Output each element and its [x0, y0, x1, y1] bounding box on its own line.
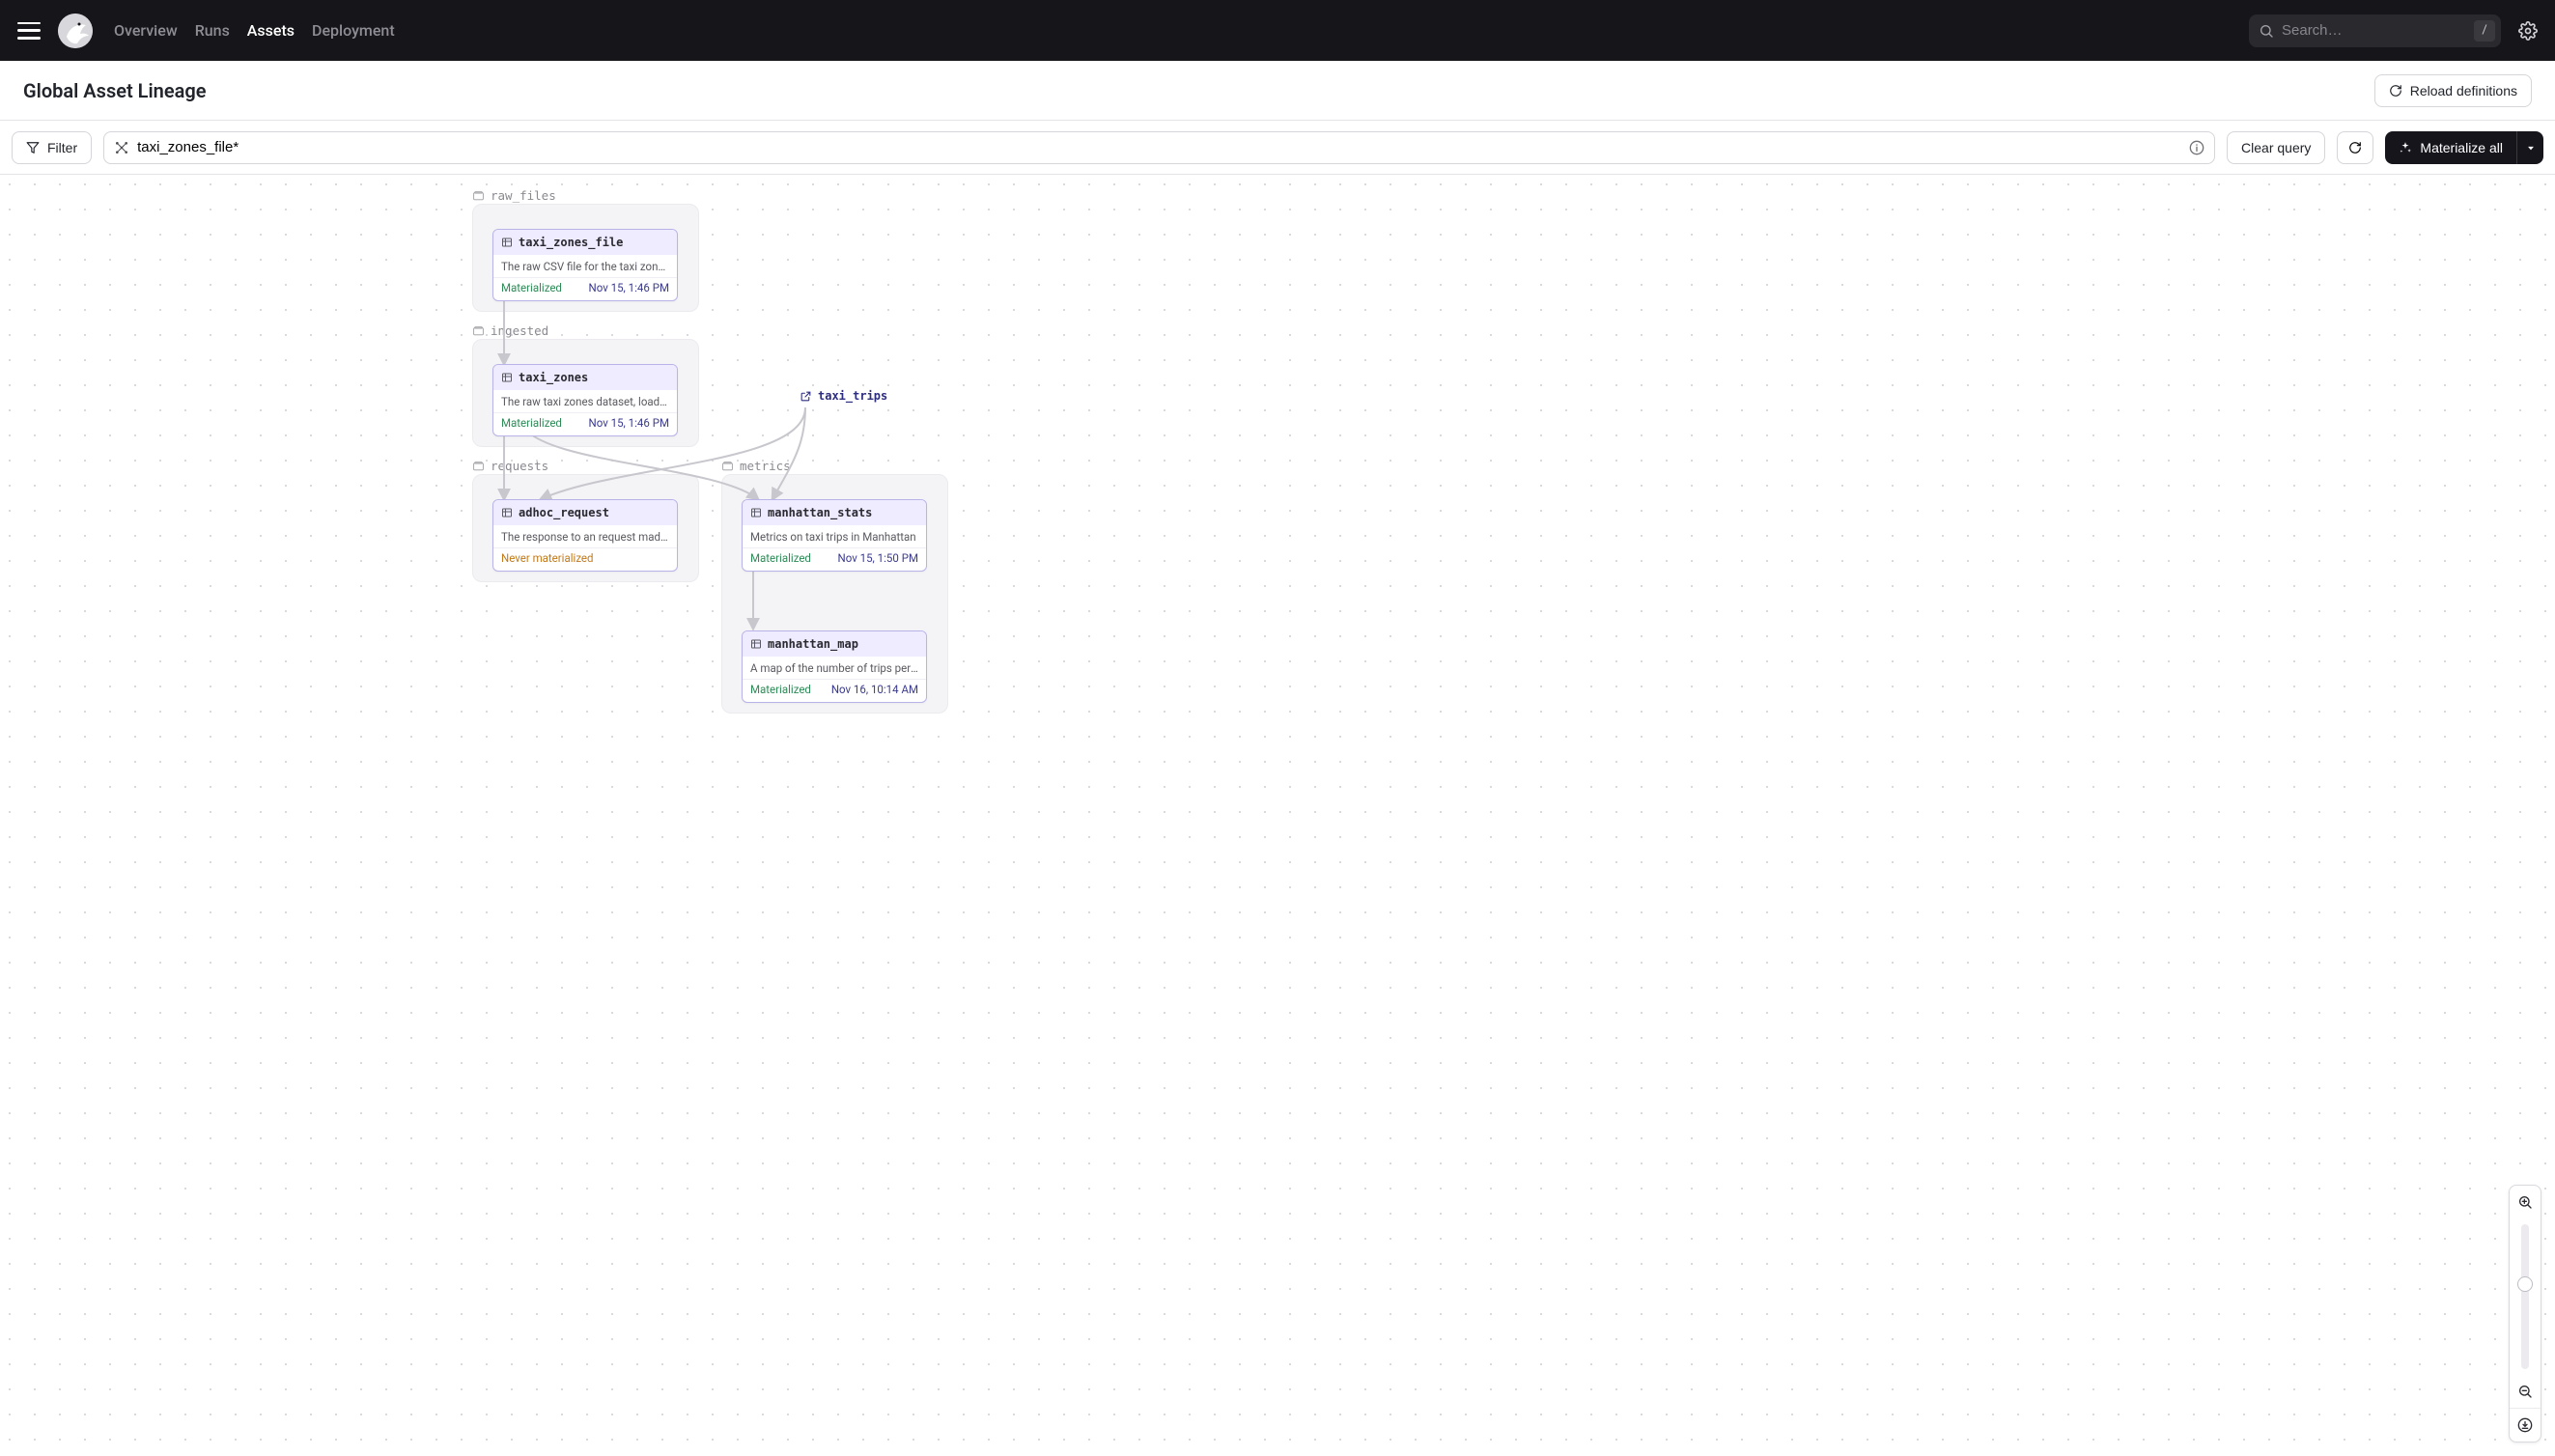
global-search[interactable]: / [2249, 14, 2501, 47]
reload-definitions-label: Reload definitions [2410, 83, 2517, 98]
app-logo[interactable] [58, 14, 93, 48]
asset-taxi-zones-file[interactable]: taxi_zones_file The raw CSV file for the… [492, 229, 678, 301]
info-icon[interactable] [2189, 140, 2204, 155]
folder-icon [472, 189, 485, 202]
asset-name: manhattan_stats [768, 506, 872, 519]
zoom-slider-thumb[interactable] [2517, 1276, 2533, 1292]
asset-description: The raw taxi zones dataset, loaded int… [493, 390, 677, 412]
asset-timestamp: Nov 16, 10:14 AM [831, 683, 918, 696]
asset-name: adhoc_request [519, 506, 609, 519]
asset-name: manhattan_map [768, 637, 858, 651]
global-search-input[interactable] [2282, 22, 2474, 39]
asset-timestamp: Nov 15, 1:46 PM [589, 416, 669, 430]
page-title: Global Asset Lineage [23, 79, 207, 102]
group-label-requests: requests [472, 459, 548, 473]
graph-icon [114, 140, 129, 155]
asset-timestamp: Nov 15, 1:50 PM [838, 551, 918, 565]
nav-assets[interactable]: Assets [247, 21, 295, 40]
table-icon [750, 507, 762, 518]
clear-query-button[interactable]: Clear query [2227, 131, 2325, 164]
lineage-toolbar: Filter Clear query Materialize all [0, 121, 2555, 175]
materialize-all-button[interactable]: Materialize all [2385, 131, 2516, 164]
asset-name: taxi_zones_file [519, 236, 623, 249]
folder-icon [472, 460, 485, 472]
zoom-slider-track[interactable] [2521, 1224, 2529, 1369]
asset-status: Materialized [750, 551, 811, 565]
nav-overview[interactable]: Overview [114, 21, 178, 40]
menu-button[interactable] [17, 22, 41, 40]
lineage-edges [0, 175, 2555, 1456]
external-taxi-trips[interactable]: taxi_trips [800, 389, 887, 403]
search-hotkey-badge: / [2474, 20, 2495, 42]
group-label-metrics: metrics [721, 459, 791, 473]
clear-query-label: Clear query [2241, 140, 2311, 155]
asset-description: The response to an request made in th… [493, 525, 677, 547]
zoom-controls [2509, 1185, 2541, 1442]
download-icon [2517, 1417, 2533, 1433]
external-link-icon [800, 390, 812, 403]
zoom-in-icon [2517, 1194, 2533, 1210]
table-icon [501, 372, 513, 383]
asset-description: A map of the number of trips per taxi z… [743, 657, 926, 679]
refresh-icon [2348, 141, 2362, 154]
asset-status: Materialized [501, 416, 562, 430]
filter-icon [26, 141, 40, 154]
asset-manhattan-map[interactable]: manhattan_map A map of the number of tri… [742, 630, 927, 703]
external-node-label: taxi_trips [818, 389, 887, 403]
zoom-in-button[interactable] [2510, 1186, 2541, 1218]
nav-deployment[interactable]: Deployment [312, 21, 395, 40]
settings-icon[interactable] [2518, 21, 2538, 41]
search-icon [2259, 23, 2274, 39]
folder-icon [721, 460, 734, 472]
table-icon [750, 638, 762, 650]
folder-icon [472, 324, 485, 337]
zoom-out-icon [2517, 1384, 2533, 1399]
asset-taxi-zones[interactable]: taxi_zones The raw taxi zones dataset, l… [492, 364, 678, 436]
materialize-all-label: Materialize all [2420, 140, 2503, 155]
caret-down-icon [2524, 141, 2538, 154]
asset-timestamp: Nov 15, 1:46 PM [589, 281, 669, 294]
refresh-button[interactable] [2337, 131, 2373, 164]
group-label-ingested: ingested [472, 323, 548, 338]
group-label-raw-files: raw_files [472, 188, 556, 203]
asset-adhoc-request[interactable]: adhoc_request The response to an request… [492, 499, 678, 572]
lineage-query-input[interactable] [137, 139, 2181, 155]
asset-description: Metrics on taxi trips in Manhattan [743, 525, 926, 547]
table-icon [501, 507, 513, 518]
reload-definitions-button[interactable]: Reload definitions [2374, 74, 2532, 107]
asset-status: Materialized [750, 683, 811, 696]
asset-manhattan-stats[interactable]: manhattan_stats Metrics on taxi trips in… [742, 499, 927, 572]
reload-icon [2389, 84, 2402, 98]
asset-status: Materialized [501, 281, 562, 294]
top-nav: Overview Runs Assets Deployment / [0, 0, 2555, 61]
asset-description: The raw CSV file for the taxi zones dat… [493, 255, 677, 277]
lineage-query-box[interactable] [103, 131, 2215, 164]
export-image-button[interactable] [2510, 1409, 2541, 1442]
asset-status: Never materialized [501, 551, 594, 565]
materialize-dropdown-button[interactable] [2516, 131, 2543, 164]
zoom-out-button[interactable] [2510, 1375, 2541, 1408]
nav-links: Overview Runs Assets Deployment [114, 21, 395, 40]
filter-button[interactable]: Filter [12, 131, 92, 164]
nav-runs[interactable]: Runs [195, 21, 230, 40]
lineage-canvas[interactable]: raw_files ingested requests metrics [0, 175, 2555, 1456]
filter-label: Filter [47, 140, 77, 155]
sparkle-icon [2399, 141, 2412, 154]
asset-name: taxi_zones [519, 371, 588, 384]
page-header: Global Asset Lineage Reload definitions [0, 61, 2555, 121]
table-icon [501, 237, 513, 248]
